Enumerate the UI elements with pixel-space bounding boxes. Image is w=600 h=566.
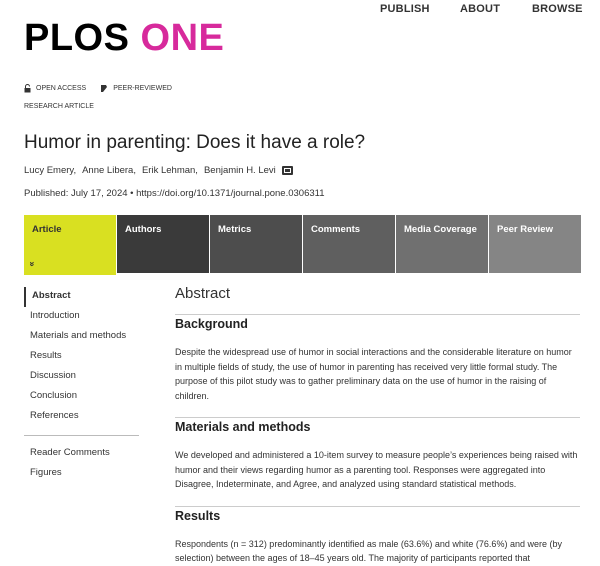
toc-item-references[interactable]: References [24,407,139,427]
open-lock-icon [24,84,31,93]
section-text: We developed and administered a 10-item … [175,450,578,489]
nav-browse-link[interactable]: BROWSE [532,3,583,15]
table-of-contents: Abstract Introduction Materials and meth… [24,287,139,484]
tab-label: Metrics [218,224,252,235]
tab-comments[interactable]: Comments [303,215,395,273]
article-badges: OPEN ACCESS PEER-REVIEWED [24,84,186,93]
plos-one-logo[interactable]: PLOS ONE [24,14,224,62]
tab-media-coverage[interactable]: Media Coverage [396,215,488,273]
toc-item-materials-methods[interactable]: Materials and methods [24,327,139,347]
open-access-badge: OPEN ACCESS [24,84,86,93]
tab-label: Authors [125,224,162,235]
tab-label: Media Coverage [404,224,477,235]
author-link[interactable]: Lucy Emery, [24,165,76,176]
author-link[interactable]: Erik Lehman, [142,165,198,176]
open-access-label: OPEN ACCESS [36,85,87,92]
article-title: Humor in parenting: Does it have a role? [24,132,366,153]
logo-plos-text: PLOS [24,17,130,59]
tab-label: Comments [311,224,361,235]
toc-item-reader-comments[interactable]: Reader Comments [24,444,139,464]
toc-item-results[interactable]: Results [24,347,139,367]
toc-item-figures[interactable]: Figures [24,464,139,484]
toc-divider [24,435,139,436]
toc-item-abstract[interactable]: Abstract [24,287,139,307]
section-heading: Background [175,314,580,331]
tab-article[interactable]: Article » [24,215,116,275]
nav-publish-link[interactable]: PUBLISH [380,3,430,15]
peer-reviewed-icon [101,85,108,92]
chevron-down-icon: » [27,261,38,267]
abstract-section-results: Results Respondents (n = 312) predominan… [175,505,580,566]
logo-one-text: ONE [140,17,225,59]
tab-metrics[interactable]: Metrics [210,215,302,273]
article-type-label: RESEARCH ARTICLE [24,103,94,110]
tab-peer-review[interactable]: Peer Review [489,215,581,273]
section-heading: Materials and methods [175,417,580,434]
article-tabs: Article » Authors Metrics Comments Media… [24,215,586,275]
toc-item-conclusion[interactable]: Conclusion [24,387,139,407]
abstract-section-background: Background Despite the widespread use of… [175,314,580,403]
author-link[interactable]: Anne Libera, [82,165,136,176]
peer-reviewed-badge: PEER-REVIEWED [100,84,172,93]
author-list: Lucy Emery, Anne Libera, Erik Lehman, Be… [24,165,293,176]
section-text: Despite the widespread use of humor in s… [175,347,572,401]
email-icon[interactable] [281,166,293,175]
abstract-section-methods: Materials and methods We developed and a… [175,417,580,492]
section-heading: Results [175,505,580,523]
tab-label: Article [32,224,62,235]
toc-item-introduction[interactable]: Introduction [24,307,139,327]
publication-info: Published: July 17, 2024 • https://doi.o… [24,188,325,199]
peer-reviewed-label: PEER-REVIEWED [113,85,172,92]
tab-authors[interactable]: Authors [117,215,209,273]
author-link[interactable]: Benjamin H. Levi [204,165,276,176]
nav-about-link[interactable]: ABOUT [460,3,500,15]
section-text: Respondents (n = 312) predominantly iden… [175,538,562,564]
abstract-heading: Abstract [175,285,231,302]
toc-item-discussion[interactable]: Discussion [24,367,139,387]
abstract-content: Abstract Background Despite the widespre… [175,285,580,566]
tab-label: Peer Review [497,224,553,235]
